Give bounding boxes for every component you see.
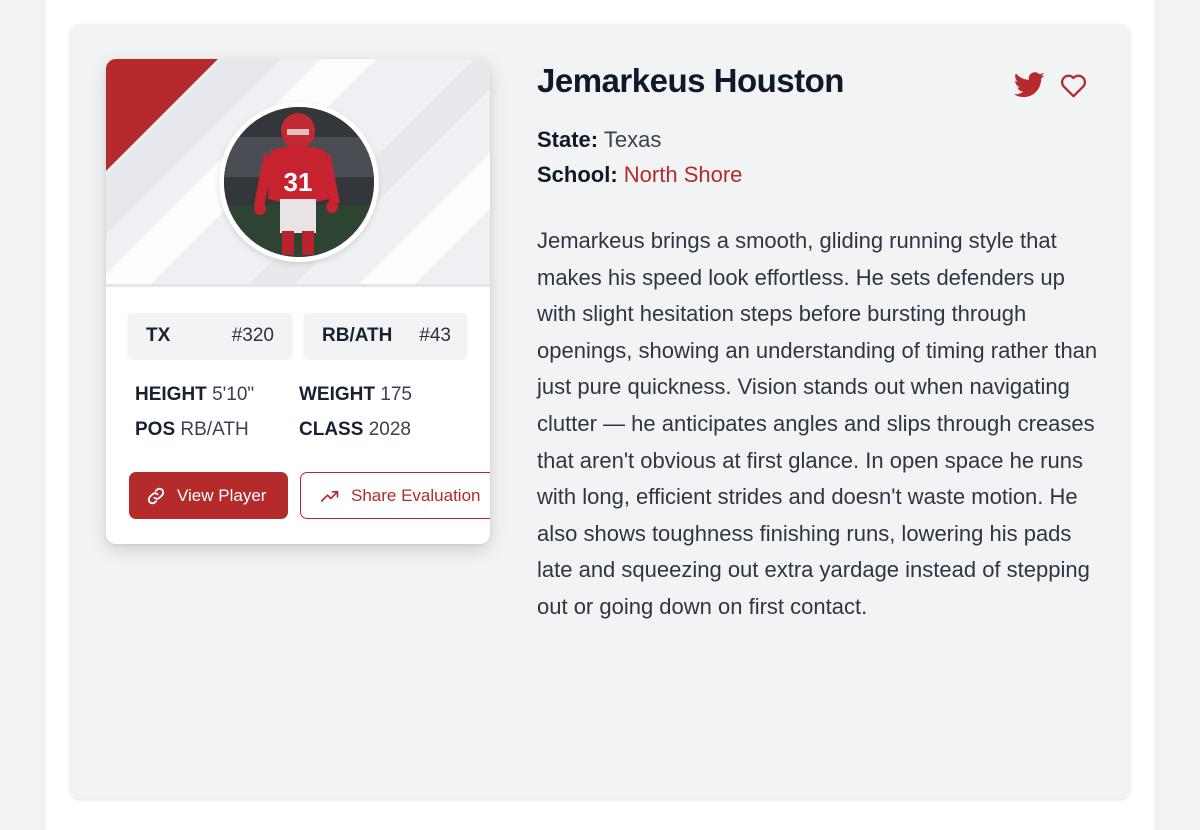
player-photo: 31 [224,107,374,257]
twitter-icon[interactable] [1014,72,1045,98]
stat-pos-label: POS [135,419,176,440]
player-photo-art: 31 [224,107,374,257]
state-rank: #320 [231,325,274,346]
player-card: 31 TX #320 RB/ATH #43 HEIGHT 5'10" WEIGH… [106,59,490,544]
position-rank-chip: RB/ATH #43 [304,313,467,358]
player-bio: Jemarkeus brings a smooth, gliding runni… [537,228,1098,619]
player-name: Jemarkeus Houston [537,62,844,99]
share-evaluation-label: Share Evaluation [351,486,481,505]
stat-class: CLASS 2028 [299,419,411,441]
stat-height-label: HEIGHT [135,384,207,405]
stat-height-value: 5'10" [212,384,255,405]
position-rank: #43 [419,325,451,346]
state-rank-chip: TX #320 [128,313,292,358]
stat-weight: WEIGHT 175 [299,384,412,406]
jersey-number: 31 [284,167,313,197]
stat-pos: POS RB/ATH [135,419,249,441]
trending-up-icon [320,491,339,502]
avatar: 31 [219,102,379,262]
stat-class-value: 2028 [368,419,411,440]
stat-class-label: CLASS [299,419,364,440]
stat-weight-label: WEIGHT [299,384,375,405]
position-abbr: RB/ATH [322,325,393,346]
link-icon [147,487,165,505]
school-info: School: North Shore [537,162,742,188]
view-player-button[interactable]: View Player [129,472,288,519]
share-evaluation-button[interactable]: Share Evaluation [300,472,490,519]
stat-weight-value: 175 [380,384,412,405]
view-player-label: View Player [177,486,267,505]
state-abbr: TX [146,325,171,346]
state-label: State: [537,127,599,152]
state-value: Texas [603,127,662,152]
heart-icon[interactable] [1060,73,1087,98]
school-label: School: [537,162,618,187]
school-link[interactable]: North Shore [624,162,743,187]
state-info: State: Texas [537,127,661,153]
stat-height: HEIGHT 5'10" [135,384,254,406]
card-hero: 31 [106,59,490,287]
stat-pos-value: RB/ATH [180,419,249,440]
